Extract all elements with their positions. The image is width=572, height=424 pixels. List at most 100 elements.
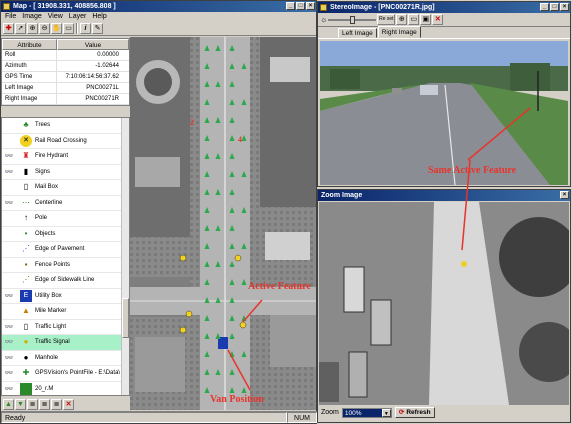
close-image-button[interactable]: ✕ <box>432 14 444 25</box>
same-active-feature-annotation: Same Active Feature <box>428 165 517 176</box>
layer-list-scrollbar[interactable] <box>121 118 129 395</box>
eye-icon[interactable]: 👓 <box>2 338 16 346</box>
select-arrow-button[interactable]: ➚ <box>15 23 26 34</box>
layer-item-utility-box[interactable]: 👓 E Utility Box <box>2 289 129 304</box>
zoom-window-title: Zoom Image <box>321 192 363 199</box>
value-header[interactable]: Value <box>57 39 129 50</box>
brightness-slider[interactable] <box>328 15 377 24</box>
attribute-header[interactable]: Attribute <box>2 39 57 50</box>
app-icon <box>3 3 10 10</box>
info-icon: i <box>84 25 87 32</box>
layer-label: Fire Hydrant <box>35 153 69 160</box>
active-feature-annotation: Active Feature <box>248 281 311 292</box>
menu-layer[interactable]: Layer <box>69 12 87 22</box>
close-button[interactable]: × <box>306 2 315 10</box>
eye-icon[interactable]: 👓 <box>2 199 16 207</box>
eye-icon[interactable]: 👓 <box>2 323 16 331</box>
layer-item-20-r[interactable]: 👓 20_r.M <box>2 382 129 396</box>
eye-icon[interactable]: 👓 <box>2 369 16 377</box>
menu-image[interactable]: Image <box>22 12 41 22</box>
zoom-in-button[interactable]: ⊕ <box>27 23 38 34</box>
map-view[interactable]: 2 4 Active Feature Van Position <box>130 37 316 410</box>
eye-icon[interactable]: 👓 <box>2 152 16 160</box>
pole-icon: ↑ <box>24 213 28 223</box>
fit-button[interactable]: ▭ <box>408 14 420 25</box>
layer-list-button[interactable]: ≣ <box>51 398 62 410</box>
stereo-title-bar[interactable]: StereoImage - [PNC00271R.jpg] _ □ × <box>318 2 570 13</box>
gps-point-icon: ✚ <box>22 368 30 378</box>
minimize-button[interactable]: _ <box>286 2 295 10</box>
status-text: Ready <box>1 412 287 423</box>
attr-key: Azimuth <box>2 61 57 71</box>
layer-item-trees[interactable]: ♣ Trees <box>2 118 129 134</box>
tab-right-image[interactable]: Right Image <box>377 26 421 38</box>
map-window-title: Map - [ 31908.331, 408856.808 ] <box>13 3 116 10</box>
fire-hydrant-icon: ♜ <box>22 151 30 161</box>
reset-button[interactable]: Re set <box>377 14 396 25</box>
zoom-value: 100% <box>344 409 362 417</box>
layer-label: Mail Box <box>35 184 59 191</box>
maximize-button[interactable]: □ <box>550 3 559 11</box>
window-button[interactable]: ▣ <box>420 14 432 25</box>
edge-pavement-icon: ⋰ <box>22 244 30 254</box>
close-button[interactable]: × <box>560 3 569 11</box>
layer-settings-button[interactable]: ≣ <box>39 398 50 410</box>
chevron-down-icon[interactable]: ▼ <box>381 408 391 417</box>
close-icon: ✕ <box>65 400 72 408</box>
layer-item-edge-of-sidewalk[interactable]: ⋰ Edge of Sidewalk Line <box>2 273 129 289</box>
tab-left-image[interactable]: Left Image <box>338 28 377 38</box>
layer-item-traffic-light[interactable]: 👓 ▯ Traffic Light <box>2 320 129 335</box>
eye-icon[interactable]: 👓 <box>2 385 16 393</box>
menu-help[interactable]: Help <box>92 12 106 22</box>
refresh-button[interactable]: ⟳ Refresh <box>394 407 435 418</box>
layer-item-objects[interactable]: • Objects <box>2 227 129 242</box>
move-down-button[interactable]: ▼ <box>15 398 26 410</box>
delete-layer-button[interactable]: ✕ <box>63 398 74 410</box>
zoomed-aerial <box>319 202 569 405</box>
scrollbar-thumb[interactable] <box>122 298 129 338</box>
minimize-button[interactable]: _ <box>540 3 549 11</box>
layer-item-manhole[interactable]: 👓 ● Manhole <box>2 351 129 366</box>
layer-item-fire-hydrant[interactable]: 👓 ♜ Fire Hydrant <box>2 149 129 165</box>
pan-button[interactable]: ✋ <box>51 23 62 34</box>
maximize-button[interactable]: □ <box>296 2 305 10</box>
utility-box-icon: E <box>20 289 32 302</box>
layer-item-mile-marker[interactable]: ▲ Mile Marker <box>2 304 129 320</box>
eye-icon[interactable]: 👓 <box>2 354 16 362</box>
stereo-photo[interactable]: Same Active Feature <box>320 41 568 185</box>
map-title-bar[interactable]: Map - [ 31908.331, 408856.808 ] _ □ × <box>1 1 316 12</box>
layer-item-fence-points[interactable]: ▪ Fence Points <box>2 258 129 273</box>
slider-thumb[interactable] <box>350 15 356 24</box>
menu-file[interactable]: File <box>5 12 16 22</box>
layer-item-pole[interactable]: ↑ Pole <box>2 211 129 227</box>
layer-item-edge-of-pavement[interactable]: ⋰ Edge of Pavement <box>2 242 129 258</box>
eye-icon[interactable]: 👓 <box>2 292 16 300</box>
layer-item-traffic-signal[interactable]: 👓 ● Traffic Signal <box>2 335 129 351</box>
menu-view[interactable]: View <box>48 12 63 22</box>
info-button[interactable]: i <box>80 23 91 34</box>
layer-item-centerline[interactable]: 👓 ⋯ Centerline <box>2 196 129 211</box>
zoom-button[interactable]: ⊕ <box>396 14 408 25</box>
close-button[interactable]: × <box>560 191 569 199</box>
layer-item-mail-box[interactable]: ▯ Mail Box <box>2 180 129 196</box>
layer-item-gps-pointfile[interactable]: 👓 ✚ GPSVision's PointFile - E:\Data\ <box>2 366 129 382</box>
zoom-photo[interactable] <box>319 202 569 405</box>
zoom-title-bar[interactable]: Zoom Image × <box>318 190 570 201</box>
add-point-button[interactable]: ✚ <box>3 23 14 34</box>
layer-item-rail-road-crossing[interactable]: ✕ Rail Road Crossing <box>2 134 129 149</box>
properties-icon: ≣ <box>29 400 36 408</box>
layer-label: Mile Marker <box>35 308 67 315</box>
arrow-icon: ➚ <box>17 25 24 32</box>
layer-properties-button[interactable]: ≣ <box>27 398 38 410</box>
fence-icon: ▪ <box>24 259 28 269</box>
eye-icon[interactable]: 👓 <box>2 168 16 176</box>
attr-value: PNC00271L <box>86 85 119 91</box>
list-icon: ≣ <box>53 400 60 408</box>
zoom-select[interactable]: 100% ▼ <box>341 407 392 418</box>
aerial-map <box>130 37 316 410</box>
layer-item-signs[interactable]: 👓 ▮ Signs <box>2 165 129 180</box>
move-up-button[interactable]: ▲ <box>3 398 14 410</box>
zoom-out-button[interactable]: ⊖ <box>39 23 50 34</box>
edit-button[interactable]: ✎ <box>92 23 103 34</box>
measure-button[interactable]: ▭ <box>63 23 74 34</box>
